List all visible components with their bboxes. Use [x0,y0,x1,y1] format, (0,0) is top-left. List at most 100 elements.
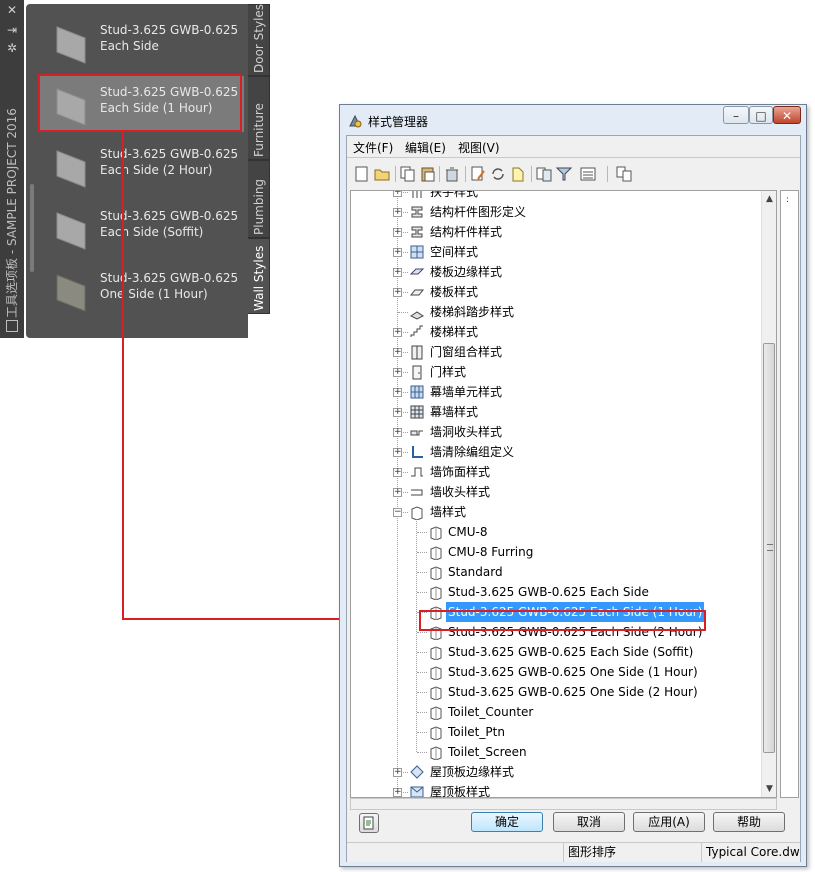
drawing-browser-button[interactable] [359,813,379,833]
tree-horizontal-scrollbar[interactable] [350,798,777,810]
synchronize-icon[interactable] [489,165,507,183]
tree-node[interactable]: + 幕墙单元样式 [351,382,759,402]
tree-node-label: 墙清除编组定义 [430,445,515,459]
tree-node[interactable]: + 墙清除编组定义 [351,442,759,462]
tree-node[interactable]: + 墙洞收头样式 [351,422,759,442]
expand-toggle-icon[interactable]: + [393,248,402,257]
expand-toggle-icon[interactable]: + [393,191,402,197]
style-tree[interactable]: + 扶手样式 + 结构杆件图形定义 + 结构杆件样式 + 空间样式 + 楼板边缘样式 + 楼板样式 楼梯… [350,190,777,798]
tree-node[interactable]: + 幕墙样式 [351,402,759,422]
tree-node[interactable]: + 空间样式 [351,242,759,262]
palette-menu-icon[interactable] [6,320,18,332]
tree-leaf[interactable]: Toilet_Ptn [351,722,759,742]
scroll-thumb[interactable] [763,343,775,753]
expand-toggle-icon[interactable]: + [393,388,402,397]
cancel-button[interactable]: 取消 [553,812,625,832]
close-icon[interactable]: ✕ [6,4,18,16]
minimize-button[interactable]: – [723,106,749,124]
palette-tab[interactable]: Plumbing [248,160,270,238]
wall-icon [428,724,444,740]
open-icon[interactable] [373,165,391,183]
expand-toggle-icon[interactable]: + [393,348,402,357]
palette-tab[interactable]: Furniture [248,76,270,160]
tree-leaf[interactable]: CMU-8 [351,522,759,542]
expand-toggle-icon[interactable]: − [393,508,402,517]
palette-titlebar[interactable]: ✕ ⇥ ✲ 工具选项板 - SAMPLE PROJECT 2016 [0,0,24,338]
expand-toggle-icon[interactable]: + [393,768,402,777]
pin-icon[interactable]: ⇥ [6,24,18,36]
expand-toggle-icon[interactable]: + [393,408,402,417]
tree-leaf[interactable]: Toilet_Screen [351,742,759,762]
expand-toggle-icon[interactable]: + [393,228,402,237]
scroll-up-arrow[interactable]: ▲ [762,191,776,207]
tool-item-label: Stud-3.625 GWB-0.625 Each Side (2 Hour) [100,147,239,177]
copy-icon[interactable] [399,165,417,183]
edit-style-icon[interactable] [469,165,487,183]
scroll-down-arrow[interactable]: ▼ [762,781,776,797]
filter-style-icon[interactable] [535,165,553,183]
expand-toggle-icon[interactable]: + [393,368,402,377]
tree-node[interactable]: + 门窗组合样式 [351,342,759,362]
maximize-button[interactable]: □ [749,106,773,124]
window-titlebar[interactable]: 样式管理器 – □ ✕ [340,105,806,135]
properties-pane[interactable]: : [780,190,799,798]
properties-icon[interactable]: ✲ [6,42,18,54]
menu-edit[interactable]: 编辑(E) [405,139,446,156]
tree-leaf[interactable]: Stud-3.625 GWB-0.625 Each Side (Soffit) [351,642,759,662]
expand-toggle-icon[interactable]: + [393,428,402,437]
tool-item[interactable]: Stud-3.625 GWB-0.625 One Side (1 Hour) [40,262,244,318]
expand-toggle-icon[interactable]: + [393,328,402,337]
toggle-view-icon[interactable] [615,165,633,183]
tree-leaf[interactable]: CMU-8 Furring [351,542,759,562]
tree-leaf[interactable]: Stud-3.625 GWB-0.625 One Side (2 Hour) [351,682,759,702]
tag-icon[interactable] [509,165,527,183]
palette-tab[interactable]: Wall Styles [248,238,270,314]
tree-node[interactable]: + 楼板边缘样式 [351,262,759,282]
status-empty [347,843,563,862]
toolbar-separator [465,166,466,182]
purge-icon[interactable] [443,165,461,183]
wall-opening-endcap-icon [409,424,425,440]
tree-leaf[interactable]: Toilet_Counter [351,702,759,722]
tree-node[interactable]: + 墙收头样式 [351,482,759,502]
tool-item[interactable]: Stud-3.625 GWB-0.625 Each Side (2 Hour) [40,138,244,194]
expand-toggle-icon[interactable]: + [393,448,402,457]
tree-leaf[interactable]: Stud-3.625 GWB-0.625 Each Side [351,582,759,602]
tree-leaf[interactable]: Stud-3.625 GWB-0.625 One Side (1 Hour) [351,662,759,682]
tool-item[interactable]: Stud-3.625 GWB-0.625 Each Side (Soffit) [40,200,244,256]
expand-toggle-icon[interactable]: + [393,268,402,277]
expand-toggle-icon[interactable]: + [393,488,402,497]
tool-item[interactable]: Stud-3.625 GWB-0.625 Each Side [40,14,244,70]
menu-file[interactable]: 文件(F) [353,139,393,156]
tree-node[interactable]: + 墙饰面样式 [351,462,759,482]
palette-tab[interactable]: Door Styles [248,4,270,76]
tree-node[interactable]: + 屋顶板样式 [351,782,759,797]
help-button[interactable]: 帮助 [713,812,785,832]
filter-icon[interactable] [555,165,573,183]
tree-leaf[interactable]: Standard [351,562,759,582]
tree-node[interactable]: 楼梯斜踏步样式 [351,302,759,322]
ok-button[interactable]: 确定 [471,812,543,832]
apply-button[interactable]: 应用(A) [633,812,705,832]
tree-node[interactable]: + 楼板样式 [351,282,759,302]
paste-icon[interactable] [419,165,437,183]
expand-toggle-icon[interactable]: + [393,208,402,217]
tree-node[interactable]: + 屋顶板边缘样式 [351,762,759,782]
expand-toggle-icon[interactable]: + [393,468,402,477]
expand-toggle-icon[interactable]: + [393,788,402,797]
tree-node[interactable]: + 结构杆件图形定义 [351,202,759,222]
tree-node[interactable]: − 墙样式 [351,502,759,522]
tree-node[interactable]: + 结构杆件样式 [351,222,759,242]
expand-toggle-icon[interactable]: + [393,288,402,297]
menu-view[interactable]: 视图(V) [458,139,500,156]
new-icon[interactable] [353,165,371,183]
palette-scrollbar[interactable] [30,184,34,272]
toolbar [347,160,800,188]
tree-node[interactable]: + 门样式 [351,362,759,382]
view-list-icon[interactable] [579,165,597,183]
close-button[interactable]: ✕ [773,106,801,124]
tree-vertical-scrollbar[interactable]: ▲ ▼ [761,191,776,797]
tree-node[interactable]: + 扶手样式 [351,191,759,202]
tree-node[interactable]: + 楼梯样式 [351,322,759,342]
roof-slab-edge-icon [409,764,425,780]
